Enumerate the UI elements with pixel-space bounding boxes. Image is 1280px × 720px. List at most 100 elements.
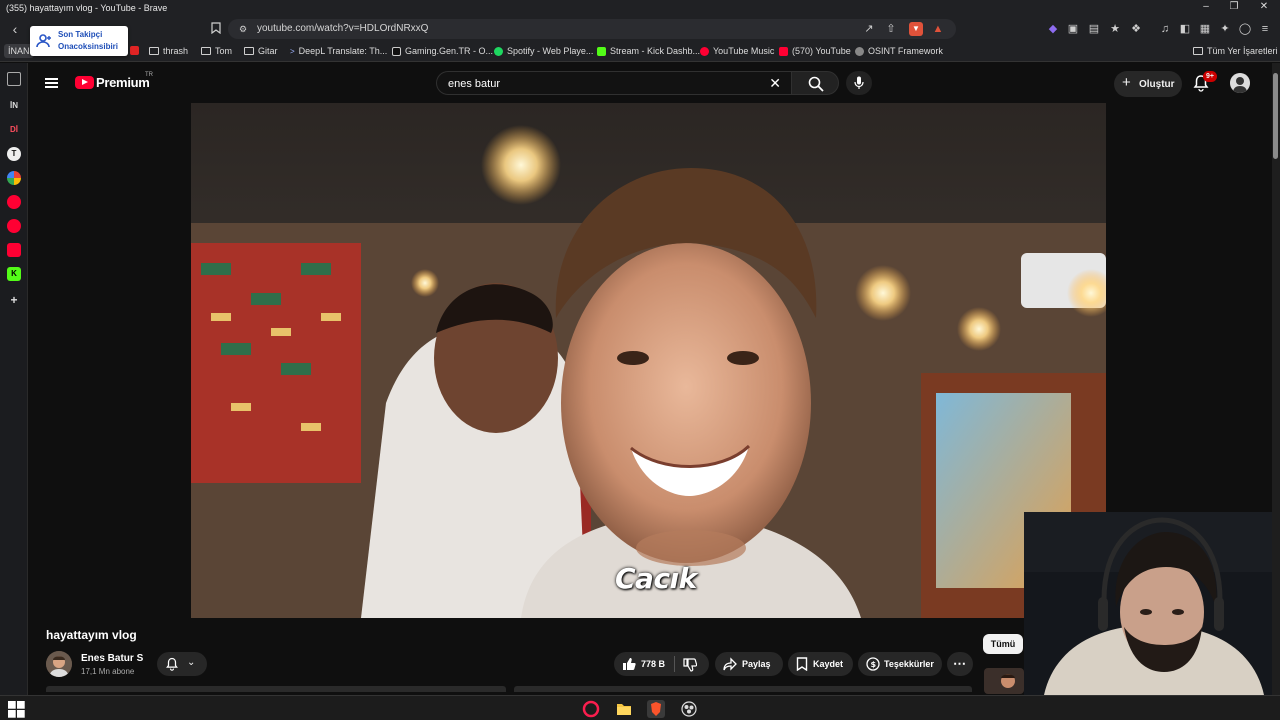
maximize-icon[interactable]: ❐	[1220, 1, 1248, 15]
osint-icon	[855, 46, 864, 56]
open-external-icon[interactable]: ↗	[862, 22, 876, 36]
sidebar-item-di[interactable]: Dİ	[7, 123, 21, 137]
guide-menu-icon[interactable]	[45, 78, 58, 88]
address-toolbar: ‹ ⚙ youtube.com/watch?v=HDLOrdNRxxQ ↗ ⇧ …	[0, 16, 1280, 42]
file-explorer-icon[interactable]	[615, 700, 633, 718]
bookmark-gaming[interactable]: Gaming.Gen.TR - O...	[392, 46, 493, 56]
spotify-icon	[494, 46, 503, 56]
sidebar-panel-icon[interactable]	[7, 72, 21, 86]
bookmark-red-mark[interactable]	[130, 46, 139, 55]
comments-box[interactable]	[514, 686, 972, 692]
add-user-icon	[36, 33, 52, 49]
video-player[interactable]: Cacık	[191, 103, 1106, 618]
sidebar-youtube-icon-2[interactable]	[7, 243, 21, 257]
page-scrollbar[interactable]	[1272, 63, 1280, 695]
leo-ai-icon[interactable]: ✦	[1218, 22, 1232, 36]
close-window-icon[interactable]: ✕	[1250, 1, 1278, 15]
video-title: hayattayım vlog	[46, 628, 137, 642]
dislike-icon[interactable]	[683, 658, 697, 672]
window-title: (355) hayattayım vlog - YouTube - Brave	[6, 3, 168, 13]
account-avatar[interactable]	[1230, 73, 1250, 93]
chevron-down-icon: ⌄	[187, 657, 196, 668]
create-button[interactable]: + Oluştur	[1114, 71, 1182, 97]
back-icon[interactable]: ‹	[8, 22, 22, 36]
folder-icon	[244, 47, 254, 55]
more-actions-button[interactable]: ⋯	[947, 652, 973, 676]
channel-name[interactable]: Enes Batur S	[81, 653, 143, 664]
sidebar-item-in[interactable]: İN	[7, 99, 21, 113]
sidebar-kick-icon[interactable]: K	[7, 267, 21, 281]
opera-gx-icon[interactable]	[582, 700, 600, 718]
description-box[interactable]	[46, 686, 506, 692]
menu-icon[interactable]: ≡	[1258, 22, 1272, 36]
vpn-shield-icon[interactable]: ◯	[1238, 22, 1252, 36]
like-icon[interactable]	[622, 657, 636, 671]
popup-username: Onacoksinsibiri	[58, 42, 119, 51]
more-icon: ⋯	[953, 656, 966, 671]
bookmark-gitar[interactable]: Gitar	[244, 46, 278, 56]
share-icon	[723, 657, 737, 671]
extension-icon-3[interactable]: ▤	[1087, 22, 1101, 36]
bookmark-kick[interactable]: Stream - Kick Dashb...	[597, 46, 700, 56]
extension-icon-2[interactable]: ▣	[1066, 22, 1080, 36]
bookmark-thrash[interactable]: thrash	[149, 46, 188, 56]
folder-icon	[1193, 47, 1203, 55]
youtube-logo-icon[interactable]	[75, 76, 94, 89]
subscription-bell-button[interactable]: ⌄	[157, 652, 207, 676]
brave-shields-icon[interactable]: ▼	[909, 22, 923, 36]
site-settings-icon[interactable]: ⚙	[236, 22, 250, 36]
url-text[interactable]: youtube.com/watch?v=HDLOrdNRxxQ	[257, 23, 428, 34]
url-field[interactable]: ⚙ youtube.com/watch?v=HDLOrdNRxxQ ↗ ⇧ ▼ …	[228, 19, 956, 39]
minimize-icon[interactable]: –	[1192, 1, 1220, 15]
brave-browser-icon[interactable]	[647, 700, 665, 718]
logo-text[interactable]: Premium	[96, 75, 150, 90]
bookmark-youtube[interactable]: (570) YouTube	[779, 46, 851, 56]
extension-icon-4[interactable]: ★	[1108, 22, 1122, 36]
like-count[interactable]: 778 B	[641, 659, 665, 669]
sidebar-youtube-icon[interactable]	[7, 195, 21, 209]
clear-search-icon[interactable]: ✕	[769, 75, 781, 92]
search-value[interactable]: enes batur	[448, 78, 500, 90]
brave-rewards-icon[interactable]: ▲	[931, 22, 945, 36]
sidebar-app-icon-2[interactable]	[7, 171, 21, 185]
window-titlebar: (355) hayattayım vlog - YouTube - Brave …	[0, 0, 1280, 16]
share-button[interactable]: Paylaş	[715, 652, 783, 676]
channel-avatar[interactable]	[46, 651, 72, 677]
save-bookmark-icon	[796, 657, 808, 671]
filter-chip-all[interactable]: Tümü	[983, 634, 1023, 654]
follower-popup[interactable]: Son Takipçi Onacoksinsibiri	[30, 26, 128, 56]
windows-start-icon[interactable]	[8, 701, 26, 719]
sidebar-app-icon-1[interactable]: T	[7, 147, 21, 161]
webcam-feed	[1024, 512, 1280, 695]
wallet-icon[interactable]: ▦	[1198, 22, 1212, 36]
bookmark-spotify[interactable]: Spotify - Web Playe...	[494, 46, 593, 56]
voice-search-button[interactable]	[846, 71, 872, 95]
bookmark-deepl[interactable]: > DeepL Translate: Th...	[290, 46, 387, 56]
folder-icon	[201, 47, 211, 55]
scrollbar-thumb[interactable]	[1273, 73, 1278, 159]
bookmark-tom[interactable]: Tom	[201, 46, 232, 56]
subscriber-count: 17,1 Mn abone	[81, 667, 135, 676]
thanks-icon: $	[866, 657, 880, 671]
plus-icon: +	[1122, 74, 1131, 91]
sidebar-add-icon[interactable]: +	[7, 293, 21, 307]
media-icon[interactable]: ♫	[1158, 22, 1172, 36]
share-page-icon[interactable]: ⇧	[884, 22, 898, 36]
bookmark-page-icon[interactable]	[209, 22, 223, 36]
extension-purple-icon[interactable]: ◆	[1046, 22, 1060, 36]
bookmark-osint[interactable]: OSINT Framework	[855, 46, 943, 56]
search-icon	[808, 76, 824, 92]
like-dislike-group: 778 B	[614, 652, 709, 676]
os-taskbar	[0, 695, 1280, 720]
search-button[interactable]	[791, 71, 839, 95]
extensions-puzzle-icon[interactable]: ❖	[1129, 22, 1143, 36]
recommended-thumbnail[interactable]	[984, 668, 1024, 694]
search-input[interactable]: enes batur ✕	[436, 71, 791, 95]
sidebar-toggle-icon[interactable]: ◧	[1178, 22, 1192, 36]
sidebar-ytmusic-icon[interactable]	[7, 219, 21, 233]
thanks-button[interactable]: $ Teşekkürler	[858, 652, 942, 676]
save-button[interactable]: Kaydet	[788, 652, 853, 676]
all-bookmarks[interactable]: Tüm Yer İşaretleri	[1193, 46, 1278, 56]
obs-icon[interactable]	[680, 700, 698, 718]
bookmark-youtube-music[interactable]: YouTube Music	[700, 46, 774, 56]
